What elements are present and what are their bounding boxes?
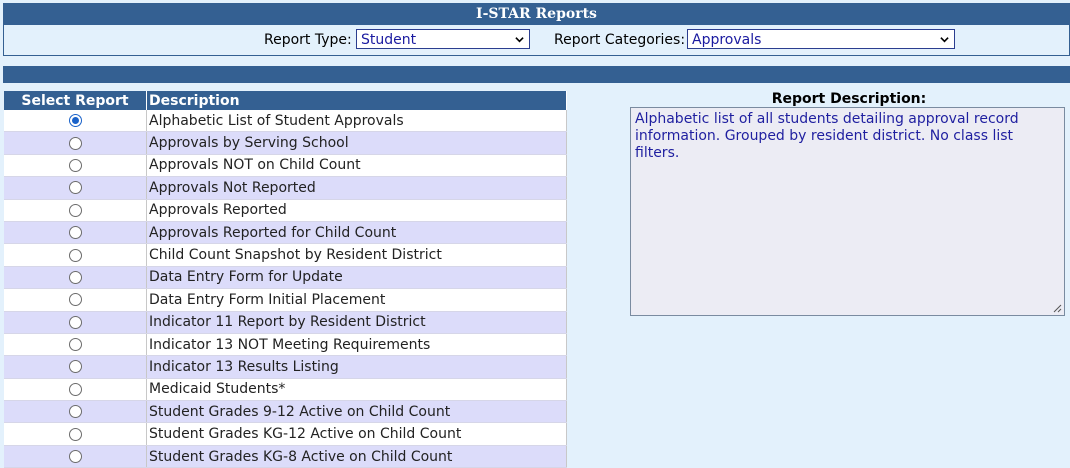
- report-description-cell: Child Count Snapshot by Resident Distric…: [146, 243, 567, 267]
- table-row: Student Grades KG-8 Active on Child Coun…: [4, 445, 567, 468]
- table-row: Student Grades KG-12 Active on Child Cou…: [4, 422, 567, 446]
- report-radio-button[interactable]: [68, 248, 82, 262]
- report-description-cell: Indicator 13 Results Listing: [146, 355, 567, 379]
- table-row: Indicator 11 Report by Resident District: [4, 311, 567, 334]
- table-row: Approvals Reported: [4, 199, 567, 222]
- report-radio-button[interactable]: [68, 270, 82, 284]
- report-radio-button[interactable]: [68, 382, 82, 396]
- report-description-cell: Data Entry Form Initial Placement: [146, 288, 567, 312]
- report-description-textarea[interactable]: Alphabetic list of all students detailin…: [630, 107, 1065, 316]
- report-categories-select[interactable]: Approvals: [687, 29, 955, 49]
- report-description-cell: Student Grades 9-12 Active on Child Coun…: [146, 400, 567, 424]
- select-report-header: Select Report: [4, 91, 147, 110]
- report-description-cell: Student Grades KG-8 Active on Child Coun…: [146, 445, 567, 468]
- filter-bar: Report Type: Student Report Categories: …: [3, 25, 1070, 56]
- table-row: Indicator 13 NOT Meeting Requirements: [4, 333, 567, 357]
- select-cell: [4, 378, 147, 402]
- report-description-cell: Medicaid Students*: [146, 378, 567, 402]
- table-row: Child Count Snapshot by Resident Distric…: [4, 243, 567, 267]
- table-row: Alphabetic List of Student Approvals: [4, 110, 567, 133]
- table-header-row: Select Report Description: [4, 91, 567, 110]
- report-description-cell: Approvals Not Reported: [146, 176, 567, 200]
- chevron-down-icon: [940, 37, 949, 43]
- select-cell: [4, 131, 147, 155]
- resize-grip-icon[interactable]: [1052, 303, 1062, 313]
- select-cell: [4, 333, 147, 357]
- table-row: Approvals Reported for Child Count: [4, 221, 567, 245]
- report-description-cell: Indicator 13 NOT Meeting Requirements: [146, 333, 567, 357]
- report-description-cell: Data Entry Form for Update: [146, 266, 567, 290]
- select-cell: [4, 445, 147, 468]
- report-radio-button[interactable]: [68, 450, 82, 464]
- report-description-cell: Approvals by Serving School: [146, 131, 567, 155]
- select-cell: [4, 154, 147, 178]
- report-radio-button[interactable]: [68, 158, 82, 172]
- report-type-select[interactable]: Student: [356, 29, 530, 49]
- select-cell: [4, 311, 147, 334]
- select-cell: [4, 221, 147, 245]
- report-radio-button[interactable]: [68, 203, 82, 217]
- select-cell: [4, 243, 147, 267]
- table-row: Approvals Not Reported: [4, 176, 567, 200]
- report-type-label: Report Type:: [264, 32, 352, 48]
- report-table: Select Report Description Alphabetic Lis…: [4, 91, 567, 468]
- report-radio-button[interactable]: [68, 427, 82, 441]
- table-row: Data Entry Form for Update: [4, 266, 567, 290]
- report-categories-value: Approvals: [692, 32, 762, 48]
- select-cell: [4, 199, 147, 222]
- select-cell: [4, 266, 147, 290]
- select-cell: [4, 400, 147, 424]
- select-cell: [4, 176, 147, 200]
- report-description-cell: Approvals Reported: [146, 199, 567, 222]
- table-row: Data Entry Form Initial Placement: [4, 288, 567, 312]
- report-radio-button[interactable]: [68, 360, 82, 374]
- select-cell: [4, 355, 147, 379]
- table-row: Student Grades 9-12 Active on Child Coun…: [4, 400, 567, 424]
- description-header: Description: [146, 91, 567, 110]
- section-divider: [3, 66, 1070, 83]
- report-categories-label: Report Categories:: [554, 32, 686, 48]
- report-radio-button[interactable]: [68, 136, 82, 150]
- select-cell: [4, 288, 147, 312]
- report-description-cell: Student Grades KG-12 Active on Child Cou…: [146, 422, 567, 446]
- report-radio-button[interactable]: [68, 293, 82, 307]
- report-radio-button[interactable]: [68, 315, 82, 329]
- table-row: Indicator 13 Results Listing: [4, 355, 567, 379]
- report-radio-button[interactable]: [68, 226, 82, 240]
- page-title: I-STAR Reports: [3, 3, 1070, 25]
- report-description-cell: Alphabetic List of Student Approvals: [146, 110, 567, 133]
- table-row: Medicaid Students*: [4, 378, 567, 402]
- report-description-cell: Indicator 11 Report by Resident District: [146, 311, 567, 334]
- report-radio-button[interactable]: [68, 181, 82, 195]
- table-row: Approvals NOT on Child Count: [4, 154, 567, 178]
- report-radio-button[interactable]: [68, 114, 82, 128]
- report-description-text: Alphabetic list of all students detailin…: [635, 111, 1019, 161]
- table-row: Approvals by Serving School: [4, 131, 567, 155]
- report-type-value: Student: [361, 32, 417, 48]
- select-cell: [4, 110, 147, 133]
- report-radio-button[interactable]: [68, 338, 82, 352]
- report-radio-button[interactable]: [68, 405, 82, 419]
- chevron-down-icon: [515, 37, 524, 43]
- report-description-heading: Report Description:: [771, 91, 927, 107]
- select-cell: [4, 422, 147, 446]
- report-description-cell: Approvals NOT on Child Count: [146, 154, 567, 178]
- report-description-cell: Approvals Reported for Child Count: [146, 221, 567, 245]
